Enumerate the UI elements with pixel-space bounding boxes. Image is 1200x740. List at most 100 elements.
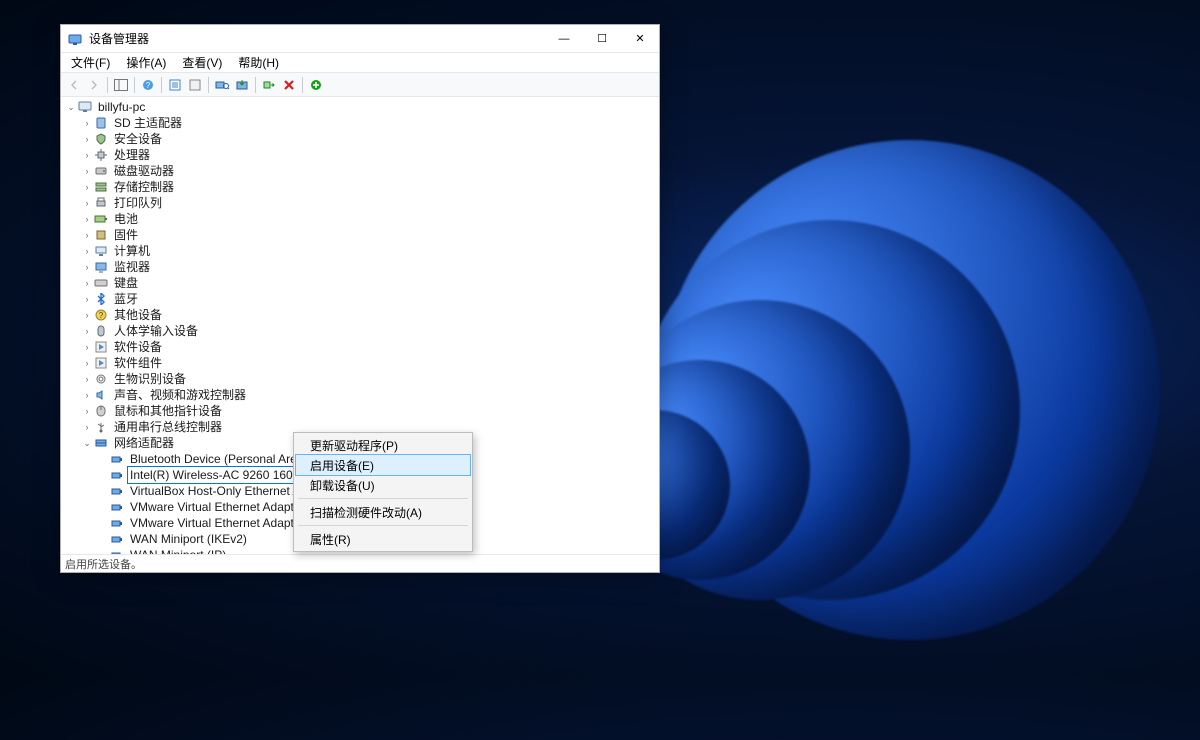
device-category[interactable]: › 存储控制器 [65, 179, 655, 195]
expander-icon[interactable]: ⌄ [81, 435, 93, 451]
adapter-icon [109, 484, 125, 498]
expander-icon[interactable]: › [81, 147, 93, 163]
device-category[interactable]: ›处理器 [65, 147, 655, 163]
node-label: SD 主适配器 [112, 115, 184, 131]
ctx-properties[interactable]: 属性(R) [296, 529, 470, 549]
add-legacy-hardware-button[interactable] [307, 76, 325, 94]
node-label: WAN Miniport (IP) [128, 547, 228, 554]
hid-icon [93, 324, 109, 338]
menu-file[interactable]: 文件(F) [67, 53, 114, 72]
ctx-enable-device[interactable]: 启用设备(E) [296, 455, 470, 475]
device-category[interactable]: ›声音、视频和游戏控制器 [65, 387, 655, 403]
expander-icon[interactable]: › [81, 371, 93, 387]
node-label: 蓝牙 [112, 291, 140, 307]
shield-icon [93, 132, 109, 146]
menu-action[interactable]: 操作(A) [122, 53, 170, 72]
device-category[interactable]: › 蓝牙 [65, 291, 655, 307]
device-category[interactable]: › 监视器 [65, 259, 655, 275]
node-label: VMware Virtual Ethernet Adapte [128, 499, 303, 515]
action-toolbar-button[interactable] [186, 76, 204, 94]
node-label: Intel(R) Wireless-AC 9260 160MHz [128, 467, 319, 483]
expander-icon[interactable]: › [81, 211, 93, 227]
expander-icon[interactable]: › [81, 355, 93, 371]
window-title: 设备管理器 [89, 30, 545, 47]
device-category[interactable]: › 软件组件 [65, 355, 655, 371]
device-category[interactable]: ›键盘 [65, 275, 655, 291]
expander-icon[interactable]: › [81, 387, 93, 403]
node-label: 磁盘驱动器 [112, 163, 176, 179]
expander-icon[interactable]: › [81, 259, 93, 275]
expander-icon[interactable]: › [81, 323, 93, 339]
expander-icon[interactable]: › [81, 403, 93, 419]
expander-icon[interactable]: › [81, 419, 93, 435]
menu-view[interactable]: 查看(V) [178, 53, 226, 72]
expander-icon[interactable]: › [81, 227, 93, 243]
device-category[interactable]: ›安全设备 [65, 131, 655, 147]
device-category[interactable]: › SD 主适配器 [65, 115, 655, 131]
node-label: VMware Virtual Ethernet Adapter [128, 515, 307, 531]
update-driver-toolbar-button[interactable] [233, 76, 251, 94]
scan-hardware-button[interactable] [213, 76, 231, 94]
adapter-icon [109, 468, 125, 482]
bio-icon [93, 372, 109, 386]
ctx-scan-hardware-changes[interactable]: 扫描检测硬件改动(A) [296, 502, 470, 522]
expander-icon[interactable]: › [81, 339, 93, 355]
back-button[interactable] [65, 76, 83, 94]
device-category[interactable]: ›人体学输入设备 [65, 323, 655, 339]
expander-icon[interactable]: › [81, 179, 93, 195]
monitor-icon [93, 260, 109, 274]
forward-button[interactable] [85, 76, 103, 94]
tree-root[interactable]: ⌄billyfu-pc [65, 99, 655, 115]
ctx-uninstall-device[interactable]: 卸载设备(U) [296, 475, 470, 495]
help-button[interactable]: ? [139, 76, 157, 94]
adapter-icon [109, 548, 125, 554]
device-category[interactable]: ›生物识别设备 [65, 371, 655, 387]
statusbar: 启用所选设备。 [61, 554, 659, 572]
menubar: 文件(F) 操作(A) 查看(V) 帮助(H) [61, 53, 659, 73]
enable-device-button[interactable] [260, 76, 278, 94]
node-label: 网络适配器 [112, 435, 176, 451]
device-category[interactable]: ›固件 [65, 227, 655, 243]
device-category[interactable]: ›打印队列 [65, 195, 655, 211]
adapter-icon [109, 532, 125, 546]
device-category[interactable]: › 磁盘驱动器 [65, 163, 655, 179]
device-category[interactable]: ›?其他设备 [65, 307, 655, 323]
expander-icon[interactable]: › [81, 131, 93, 147]
expander-icon[interactable]: › [81, 163, 93, 179]
uninstall-device-button[interactable] [280, 76, 298, 94]
adapter-icon [109, 516, 125, 530]
context-menu: 更新驱动程序(P) 启用设备(E) 卸载设备(U) 扫描检测硬件改动(A) 属性… [293, 432, 473, 552]
expander-icon[interactable]: › [81, 291, 93, 307]
computer-icon [93, 244, 109, 258]
ctx-update-driver[interactable]: 更新驱动程序(P) [296, 435, 470, 455]
device-manager-window: 设备管理器 — ☐ ✕ 文件(F) 操作(A) 查看(V) 帮助(H) ? ⌄b… [60, 24, 660, 573]
adapter-icon [109, 500, 125, 514]
expander-icon[interactable]: › [81, 195, 93, 211]
battery-icon [93, 212, 109, 226]
node-label: 计算机 [112, 243, 152, 259]
node-label: 软件组件 [112, 355, 164, 371]
menu-help[interactable]: 帮助(H) [234, 53, 283, 72]
device-category[interactable]: ›软件设备 [65, 339, 655, 355]
show-hide-console-tree-button[interactable] [112, 76, 130, 94]
cpu-icon [93, 148, 109, 162]
titlebar[interactable]: 设备管理器 — ☐ ✕ [61, 25, 659, 53]
expander-icon[interactable]: › [81, 275, 93, 291]
device-category[interactable]: ›鼠标和其他指针设备 [65, 403, 655, 419]
disk-icon [93, 164, 109, 178]
software-icon [93, 340, 109, 354]
expander-icon[interactable]: › [81, 115, 93, 131]
expander-icon[interactable]: ⌄ [65, 99, 77, 115]
node-label: 存储控制器 [112, 179, 176, 195]
device-category[interactable]: › 计算机 [65, 243, 655, 259]
maximize-button[interactable]: ☐ [583, 25, 621, 52]
expander-icon[interactable]: › [81, 307, 93, 323]
minimize-button[interactable]: — [545, 25, 583, 52]
node-label: 通用串行总线控制器 [112, 419, 224, 435]
device-category[interactable]: ›电池 [65, 211, 655, 227]
close-button[interactable]: ✕ [621, 25, 659, 52]
firmware-icon [93, 228, 109, 242]
node-label: 监视器 [112, 259, 152, 275]
expander-icon[interactable]: › [81, 243, 93, 259]
properties-button[interactable] [166, 76, 184, 94]
